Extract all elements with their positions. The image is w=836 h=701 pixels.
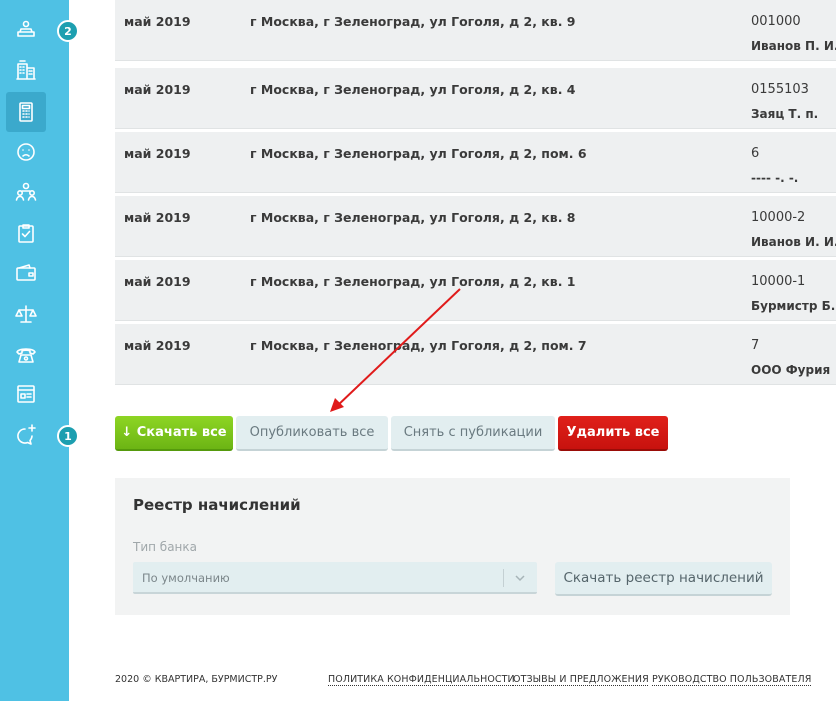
bank-type-select[interactable]: По умолчанию	[133, 562, 537, 594]
clipboard-check-icon	[18, 224, 34, 243]
row-address: г Москва, г Зеленоград, ул Гоголя, д 2, …	[250, 274, 576, 289]
privacy-link[interactable]: ПОЛИТИКА КОНФИДЕНЦИАЛЬНОСТИ	[328, 674, 515, 685]
nav-item-chat[interactable]	[6, 415, 46, 455]
nav-item-users[interactable]	[6, 172, 46, 212]
sidebar: 2 1	[0, 0, 79, 701]
table-row[interactable]: май 2019 г Москва, г Зеленоград, ул Гого…	[115, 260, 836, 321]
row-address: г Москва, г Зеленоград, ул Гоголя, д 2, …	[250, 146, 587, 161]
users-icon	[15, 182, 37, 201]
tray-user-icon	[17, 20, 35, 37]
nav-item-residents[interactable]	[6, 10, 46, 50]
table-row[interactable]: май 2019 г Москва, г Зеленоград, ул Гого…	[115, 196, 836, 257]
row-address: г Москва, г Зеленоград, ул Гоголя, д 2, …	[250, 210, 576, 225]
nav-item-tasks[interactable]	[6, 213, 46, 253]
nav-item-legal[interactable]	[6, 294, 46, 334]
row-address: г Москва, г Зеленоград, ул Гоголя, д 2, …	[250, 82, 576, 97]
user-guide-link[interactable]: РУКОВОДСТВО ПОЛЬЗОВАТЕЛЯ	[652, 674, 811, 685]
nav-item-news[interactable]	[6, 374, 46, 414]
wallet-icon	[16, 264, 36, 281]
publish-all-button[interactable]: Опубликовать все	[236, 416, 388, 451]
buildings-icon	[16, 60, 36, 80]
phone-icon	[16, 348, 36, 363]
nav-item-contacts[interactable]	[6, 334, 46, 374]
calculator-icon	[19, 102, 33, 122]
row-period: май 2019	[124, 146, 191, 161]
nav-item-buildings[interactable]	[6, 50, 46, 90]
row-owner: Иванов И. И.	[751, 235, 836, 249]
row-account: 6	[751, 146, 760, 161]
delete-all-button[interactable]: Удалить все	[558, 416, 668, 451]
row-account: 0155103	[751, 82, 809, 97]
row-period: май 2019	[124, 338, 191, 353]
table-row[interactable]: май 2019 г Москва, г Зеленоград, ул Гого…	[115, 0, 836, 61]
unpublish-button[interactable]: Снять с публикации	[391, 416, 555, 451]
row-period: май 2019	[124, 210, 191, 225]
news-icon	[17, 385, 35, 403]
row-owner: Бурмистр Б. Б.	[751, 299, 836, 313]
row-owner: Иванов П. И.	[751, 39, 836, 53]
select-separator	[503, 569, 504, 587]
bank-type-label: Тип банка	[133, 540, 197, 554]
scales-icon	[15, 305, 37, 323]
nav-item-complaints[interactable]	[6, 132, 46, 172]
nav-item-calculations[interactable]	[6, 92, 46, 132]
feedback-link[interactable]: ОТЗЫВЫ И ПРЕДЛОЖЕНИЯ	[513, 674, 649, 685]
nav-item-payments[interactable]	[6, 253, 46, 293]
nav-badge-residents: 2	[57, 20, 79, 42]
row-owner: ---- -. -.	[751, 171, 799, 185]
table-row[interactable]: май 2019 г Москва, г Зеленоград, ул Гого…	[115, 68, 836, 129]
panel-title: Реестр начислений	[133, 496, 301, 514]
download-all-button[interactable]: ↓ Скачать все	[115, 416, 233, 451]
row-account: 001000	[751, 14, 801, 29]
row-account: 10000-1	[751, 274, 806, 289]
charges-register-panel: Реестр начислений Тип банка По умолчанию…	[115, 478, 790, 615]
row-account: 7	[751, 338, 760, 353]
sad-face-icon	[17, 143, 35, 161]
copyright: 2020 © КВАРТИРА, БУРМИСТР.РУ	[115, 674, 278, 685]
row-address: г Москва, г Зеленоград, ул Гоголя, д 2, …	[250, 14, 576, 29]
row-owner: ООО Фурия	[751, 363, 831, 377]
row-address: г Москва, г Зеленоград, ул Гоголя, д 2, …	[250, 338, 587, 353]
row-owner: Заяц Т. п.	[751, 107, 819, 121]
download-register-button[interactable]: Скачать реестр начислений	[555, 562, 772, 596]
nav-badge-chat: 1	[57, 425, 79, 447]
row-account: 10000-2	[751, 210, 806, 225]
row-period: май 2019	[124, 14, 191, 29]
row-period: май 2019	[124, 274, 191, 289]
table-row[interactable]: май 2019 г Москва, г Зеленоград, ул Гого…	[115, 132, 836, 193]
table-row[interactable]: май 2019 г Москва, г Зеленоград, ул Гого…	[115, 324, 836, 385]
bank-type-value: По умолчанию	[142, 571, 230, 585]
row-period: май 2019	[124, 82, 191, 97]
chat-plus-icon	[17, 424, 36, 445]
chevron-down-icon[interactable]	[513, 571, 527, 585]
